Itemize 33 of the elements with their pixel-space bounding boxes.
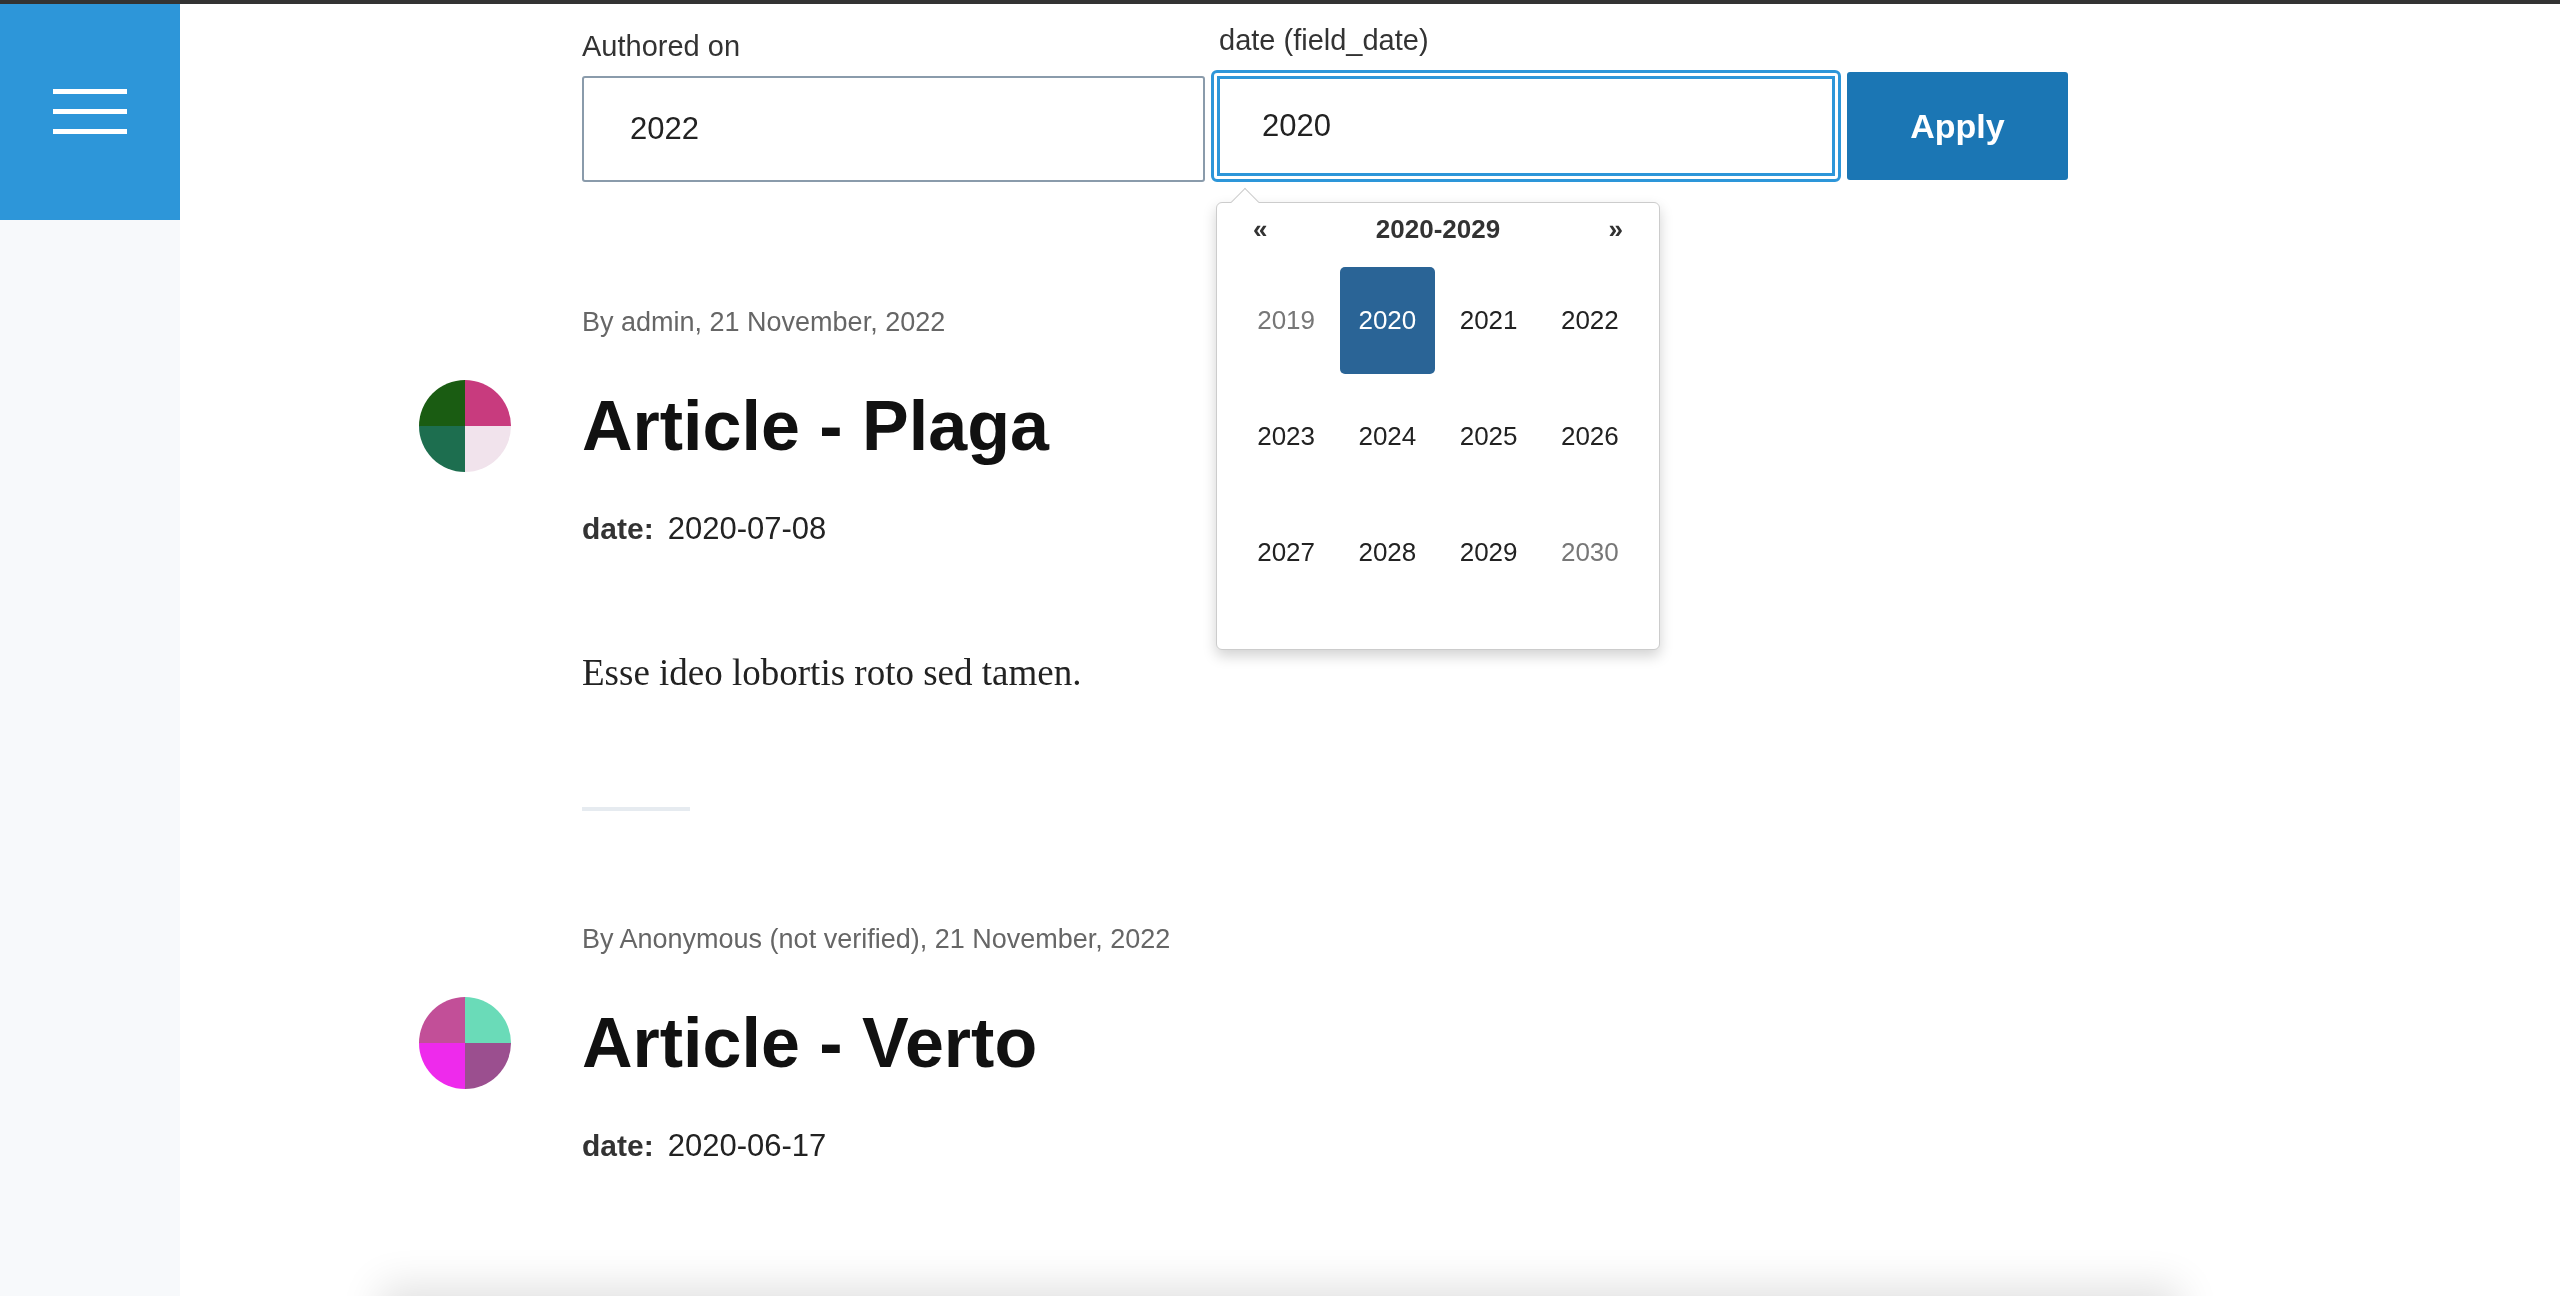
year-cell[interactable]: 2025 <box>1441 383 1536 490</box>
article-title: Article - Verto <box>582 1002 1038 1084</box>
year-cell[interactable]: 2023 <box>1239 383 1334 490</box>
decade-title: 2020-2029 <box>1374 212 1502 246</box>
year-cell[interactable]: 2029 <box>1441 499 1536 606</box>
year-cell[interactable]: 2027 <box>1239 499 1334 606</box>
field-label: date (field_date) <box>1219 23 1430 58</box>
date-field[interactable]: 2020 <box>1211 70 1841 182</box>
field-label: date: <box>582 511 654 547</box>
menu-button[interactable] <box>0 4 180 220</box>
year-cell[interactable]: 2022 <box>1542 267 1637 374</box>
date-field[interactable]: 2022 <box>582 76 1205 182</box>
apply-button[interactable]: Apply <box>1847 72 2068 180</box>
year-cell[interactable]: 2020 <box>1340 267 1435 374</box>
year-cell[interactable]: 2030 <box>1542 499 1637 606</box>
article-meta: By admin, 21 November, 2022 <box>582 306 946 339</box>
field-label: date: <box>582 1127 654 1164</box>
field-label: Authored on <box>582 29 741 64</box>
avatar-icon <box>419 996 511 1089</box>
field-value: 2020-06-17 <box>667 1126 827 1165</box>
year-cell[interactable]: 2024 <box>1340 383 1435 490</box>
year-cell[interactable]: 2026 <box>1542 383 1637 490</box>
avatar-icon <box>419 380 511 472</box>
article-title: Article - Plaga <box>582 386 1049 467</box>
next-decade-button[interactable]: » <box>1594 209 1637 249</box>
year-cell[interactable]: 2019 <box>1239 267 1334 374</box>
article-meta: By Anonymous (not verified), 21 November, 2022 <box>582 922 1171 956</box>
year-cell[interactable]: 2028 <box>1340 499 1435 606</box>
previous-decade-button[interactable]: « <box>1239 209 1282 249</box>
menu-icon <box>53 89 127 135</box>
field-value: 2020-07-08 <box>667 510 827 548</box>
article-body: Esse ideo lobortis roto sed tamen. <box>582 650 1083 695</box>
year-cell[interactable]: 2021 <box>1441 267 1536 374</box>
